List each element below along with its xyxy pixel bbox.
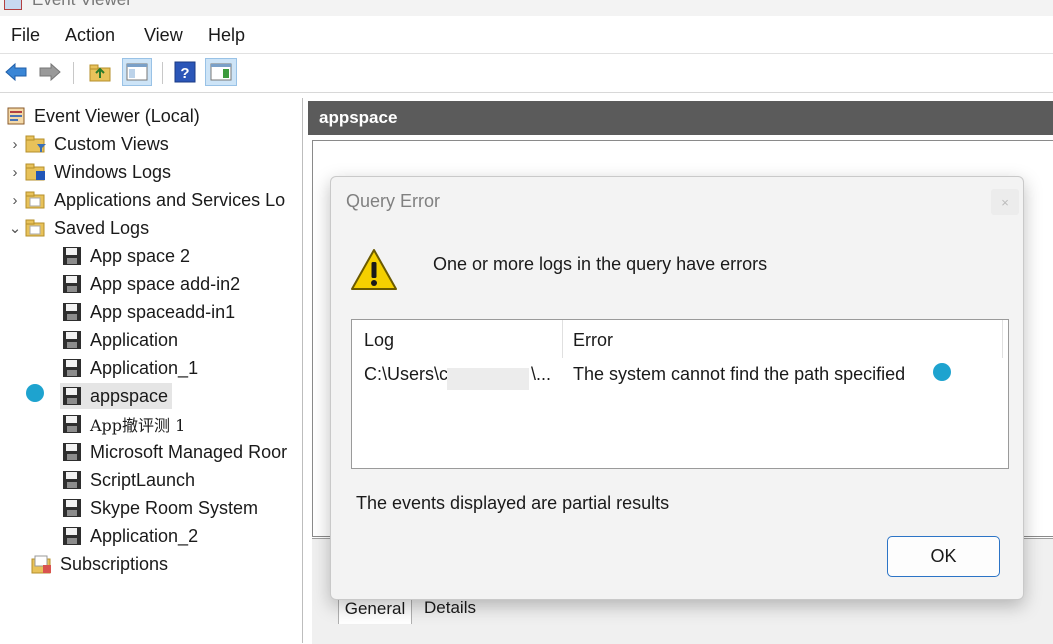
tree-item-custom-views[interactable]: › Custom Views [6, 131, 169, 157]
tree-item-subscriptions[interactable]: Subscriptions [30, 551, 168, 577]
saved-log-item[interactable]: App撤评测 1 [60, 411, 185, 437]
log-path-suffix: \... [531, 364, 552, 384]
toolbar: ? [0, 54, 1053, 93]
tree-label: Windows Logs [54, 161, 172, 182]
saved-log-item[interactable]: App spaceadd-in1 [60, 299, 235, 325]
column-header-error[interactable]: Error [573, 330, 613, 351]
saved-log-item[interactable]: Microsoft Managed Roor [60, 439, 287, 465]
svg-text:?: ? [180, 65, 189, 82]
saved-log-item[interactable]: Skype Room System [60, 495, 258, 521]
saved-log-icon [60, 497, 84, 519]
event-viewer-app-icon [4, 0, 22, 10]
saved-log-icon [60, 329, 84, 351]
annotation-marker-dot [26, 384, 44, 402]
chevron-right-icon[interactable]: › [6, 136, 24, 153]
tree-label: Subscriptions [60, 553, 169, 574]
ok-button[interactable]: OK [887, 536, 1000, 577]
forward-arrow-icon[interactable] [38, 60, 62, 84]
tree-label: App撤评测 1 [90, 416, 186, 435]
warning-icon [349, 247, 399, 293]
saved-log-item[interactable]: Application [60, 327, 178, 353]
redacted-username [447, 368, 529, 390]
tree-label: Application_2 [90, 525, 199, 546]
saved-log-item[interactable]: Application_1 [60, 355, 198, 381]
tree-label: Microsoft Managed Roor [90, 441, 288, 462]
chevron-right-icon[interactable]: › [6, 192, 24, 209]
saved-log-item[interactable]: App space add-in2 [60, 271, 240, 297]
saved-log-icon [60, 385, 84, 407]
tree-item-windows-logs[interactable]: › Windows Logs [6, 159, 172, 185]
windows-logs-folder-icon [24, 161, 48, 183]
saved-log-icon [60, 413, 84, 435]
show-hide-tree-icon[interactable] [122, 58, 152, 86]
tree-item-saved-logs[interactable]: ⌄ Saved Logs [6, 215, 149, 241]
console-tree: Event Viewer (Local) › Custom Views › Wi… [0, 98, 303, 643]
tree-label: appspace [90, 385, 169, 406]
chevron-right-icon[interactable]: › [6, 164, 24, 181]
event-viewer-icon [4, 105, 28, 127]
saved-log-item[interactable]: ScriptLaunch [60, 467, 195, 493]
tree-item-applications-and-services[interactable]: › Applications and Services Lo [6, 187, 286, 213]
dialog-title: Query Error [346, 191, 441, 211]
menu-bar: File Action View Help [0, 16, 1053, 54]
saved-log-item[interactable]: App space 2 [60, 243, 190, 269]
column-divider[interactable] [1002, 320, 1003, 358]
annotation-marker-dot [933, 363, 951, 381]
custom-views-folder-icon [24, 133, 48, 155]
saved-logs-folder-icon [24, 217, 48, 239]
menu-help[interactable]: Help [208, 25, 245, 46]
help-icon[interactable]: ? [173, 60, 197, 84]
show-hide-action-pane-icon[interactable] [205, 58, 237, 86]
saved-log-item-selected[interactable]: appspace [60, 383, 173, 409]
tree-label: Applications and Services Lo [54, 189, 286, 210]
tree-root-label: Event Viewer (Local) [34, 105, 200, 126]
saved-log-icon [60, 469, 84, 491]
saved-log-icon [60, 301, 84, 323]
tree-label: Application [90, 329, 179, 350]
column-header-log[interactable]: Log [364, 330, 394, 351]
error-table: Log Error C:\Users\c \... The system can… [351, 319, 1009, 469]
query-error-dialog: Query Error × One or more logs in the qu… [330, 176, 1024, 600]
chevron-down-icon[interactable]: ⌄ [6, 219, 24, 237]
tree-label: App space add-in2 [90, 273, 241, 294]
tree-label: Skype Room System [90, 497, 259, 518]
subscriptions-icon [30, 553, 54, 575]
back-arrow-icon[interactable] [4, 60, 28, 84]
menu-file[interactable]: File [11, 25, 40, 46]
saved-log-icon [60, 273, 84, 295]
window-title: Event Viewer [32, 0, 132, 10]
error-cell: The system cannot find the path specifie… [573, 364, 906, 384]
toolbar-separator [73, 62, 74, 84]
partial-results-note: The events displayed are partial results [356, 493, 670, 513]
pane-title: appspace [319, 108, 398, 127]
tree-label: Custom Views [54, 133, 169, 154]
saved-log-item[interactable]: Application_2 [60, 523, 198, 549]
table-header: Log Error [352, 320, 1008, 358]
tree-label: Application_1 [90, 357, 199, 378]
tree-label: App space 2 [90, 245, 191, 266]
close-icon[interactable]: × [991, 189, 1019, 215]
tree-item-event-viewer-local[interactable]: Event Viewer (Local) [4, 103, 200, 129]
log-path-prefix: C:\Users\c [364, 364, 449, 384]
pane-header: appspace [308, 101, 1053, 135]
saved-log-icon [60, 357, 84, 379]
folder-icon [24, 189, 48, 211]
tree-label: Saved Logs [54, 217, 150, 238]
tree-label: App spaceadd-in1 [90, 301, 236, 322]
error-message: One or more logs in the query have error… [433, 254, 768, 274]
toolbar-separator [162, 62, 163, 84]
menu-action[interactable]: Action [65, 25, 115, 46]
saved-log-icon [60, 525, 84, 547]
menu-view[interactable]: View [144, 25, 183, 46]
column-divider[interactable] [562, 320, 563, 358]
title-bar: Event Viewer [0, 0, 1053, 16]
up-folder-icon[interactable] [88, 60, 112, 84]
saved-log-icon [60, 441, 84, 463]
saved-log-icon [60, 245, 84, 267]
tree-label: ScriptLaunch [90, 469, 196, 490]
